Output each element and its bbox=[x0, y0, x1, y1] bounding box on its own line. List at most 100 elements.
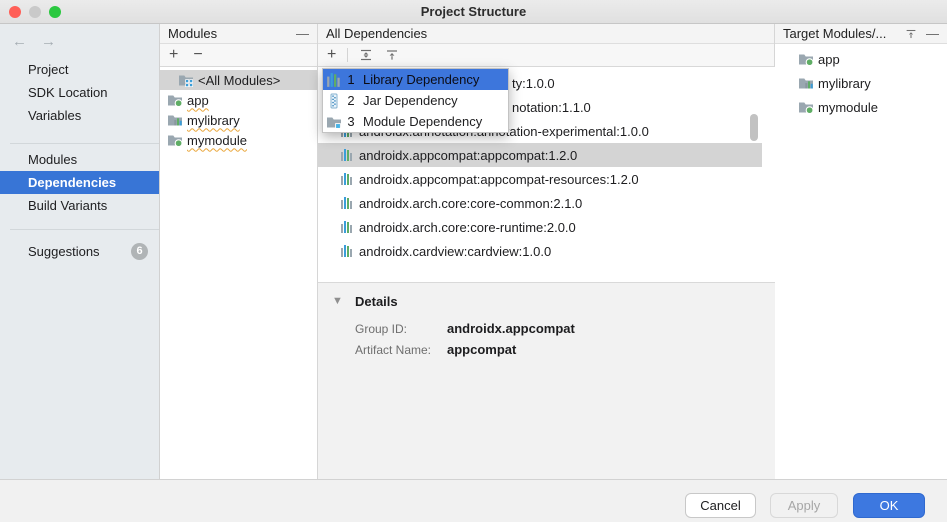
sidebar-item-project[interactable]: Project bbox=[0, 58, 159, 81]
menu-item-jar-dependency[interactable]: 2 Jar Dependency bbox=[323, 90, 508, 111]
minimize-window-icon bbox=[29, 6, 41, 18]
module-folder-icon bbox=[326, 114, 342, 130]
remove-module-button[interactable]: − bbox=[193, 47, 202, 63]
library-icon bbox=[340, 220, 354, 234]
target-modules-panel-title: Target Modules/... bbox=[783, 24, 896, 43]
menu-item-number: 1 bbox=[346, 72, 356, 87]
forward-icon[interactable]: → bbox=[41, 33, 56, 50]
dependency-row-selected[interactable]: androidx.appcompat:appcompat:1.2.0 bbox=[318, 143, 762, 167]
add-module-button[interactable]: + bbox=[169, 47, 178, 63]
window-title: Project Structure bbox=[0, 0, 947, 23]
target-module-row-mylibrary[interactable]: mylibrary bbox=[775, 71, 947, 95]
sidebar-item-build-variants[interactable]: Build Variants bbox=[0, 194, 159, 217]
collapse-all-icon[interactable] bbox=[384, 47, 400, 63]
suggestions-count-badge: 6 bbox=[131, 243, 148, 260]
vertical-scrollbar[interactable] bbox=[750, 114, 758, 141]
add-dependency-button[interactable]: + bbox=[327, 47, 336, 63]
artifact-name-label: Artifact Name: bbox=[355, 342, 447, 357]
minimize-panel-icon[interactable]: — bbox=[926, 24, 939, 43]
target-modules-list: app mylibrary mymodule bbox=[775, 44, 947, 119]
target-module-label: mylibrary bbox=[818, 76, 871, 91]
group-id-value: androidx.appcompat bbox=[447, 321, 575, 336]
module-folder-icon bbox=[167, 132, 183, 148]
close-window-icon[interactable] bbox=[9, 6, 21, 18]
menu-item-number: 3 bbox=[346, 114, 356, 129]
library-icon bbox=[340, 148, 354, 162]
zoom-window-icon[interactable] bbox=[49, 6, 61, 18]
module-folder-icon bbox=[798, 51, 814, 67]
dependency-label: notation:1.1.0 bbox=[512, 100, 591, 115]
module-label: <All Modules> bbox=[198, 73, 280, 88]
menu-item-number: 2 bbox=[346, 93, 356, 108]
dependency-row[interactable]: androidx.cardview:cardview:1.0.0 bbox=[318, 239, 762, 263]
artifact-name-field: Artifact Name: appcompat bbox=[355, 342, 516, 357]
modules-list: <All Modules> app mylibrary mymodule bbox=[160, 67, 317, 150]
apply-button[interactable]: Apply bbox=[770, 493, 838, 518]
suggestions-label: Suggestions bbox=[28, 244, 100, 259]
back-icon[interactable]: ← bbox=[12, 33, 27, 50]
library-icon bbox=[340, 244, 354, 258]
module-folder-icon bbox=[167, 92, 183, 108]
target-module-label: app bbox=[818, 52, 840, 67]
add-dependency-menu: 1 Library Dependency 2 Jar Dependency 3 … bbox=[322, 68, 509, 133]
dependency-row[interactable]: androidx.appcompat:appcompat-resources:1… bbox=[318, 167, 762, 191]
all-modules-icon bbox=[178, 72, 194, 88]
sidebar-item-dependencies[interactable]: Dependencies bbox=[0, 171, 159, 194]
dependency-label: androidx.arch.core:core-common:2.1.0 bbox=[359, 196, 582, 211]
dependency-row[interactable]: androidx.arch.core:core-runtime:2.0.0 bbox=[318, 215, 762, 239]
sidebar-item-suggestions[interactable]: Suggestions 6 bbox=[0, 240, 159, 263]
project-structure-dialog: Project Structure ← → Project SDK Locatio… bbox=[0, 0, 947, 522]
module-folder-icon bbox=[798, 99, 814, 115]
target-module-row-mymodule[interactable]: mymodule bbox=[775, 95, 947, 119]
expand-all-icon[interactable] bbox=[358, 47, 374, 63]
menu-item-label: Jar Dependency bbox=[363, 93, 458, 108]
module-row-app[interactable]: app bbox=[160, 90, 317, 110]
group-id-label: Group ID: bbox=[355, 321, 447, 336]
menu-item-library-dependency[interactable]: 1 Library Dependency bbox=[323, 69, 508, 90]
menu-item-module-dependency[interactable]: 3 Module Dependency bbox=[323, 111, 508, 132]
module-row-mylibrary[interactable]: mylibrary bbox=[160, 110, 317, 130]
dependency-label: androidx.appcompat:appcompat-resources:1… bbox=[359, 172, 639, 187]
target-modules-panel: Target Modules/... — app mylibrary mymod… bbox=[775, 24, 947, 479]
module-label: mymodule bbox=[187, 133, 247, 148]
ok-button[interactable]: OK bbox=[853, 493, 925, 518]
library-module-icon bbox=[167, 112, 183, 128]
jar-icon bbox=[326, 93, 342, 109]
title-bar: Project Structure bbox=[0, 0, 947, 24]
dependency-label: androidx.appcompat:appcompat:1.2.0 bbox=[359, 148, 577, 163]
sidebar-divider bbox=[10, 229, 159, 230]
sidebar: ← → Project SDK Location Variables Module… bbox=[0, 24, 160, 479]
library-module-icon bbox=[798, 75, 814, 91]
module-label: app bbox=[187, 93, 209, 108]
dependency-label: androidx.cardview:cardview:1.0.0 bbox=[359, 244, 551, 259]
collapse-details-icon[interactable]: ▼ bbox=[332, 295, 343, 307]
toolbar-separator bbox=[347, 48, 348, 62]
dependency-label: ty:1.0.0 bbox=[512, 76, 555, 91]
library-icon bbox=[340, 196, 354, 210]
sidebar-item-sdk-location[interactable]: SDK Location bbox=[0, 81, 159, 104]
modules-panel-title: Modules bbox=[168, 24, 288, 43]
sidebar-item-modules[interactable]: Modules bbox=[0, 148, 159, 171]
target-module-label: mymodule bbox=[818, 100, 878, 115]
library-icon bbox=[340, 172, 354, 186]
cancel-button[interactable]: Cancel bbox=[685, 493, 756, 518]
details-title: Details bbox=[355, 294, 398, 309]
group-id-field: Group ID: androidx.appcompat bbox=[355, 321, 575, 336]
target-module-row-app[interactable]: app bbox=[775, 47, 947, 71]
modules-panel: Modules — + − <All Modules> app mylibrar… bbox=[160, 24, 318, 479]
all-dependencies-panel-title: All Dependencies bbox=[326, 24, 766, 43]
dialog-footer: Cancel Apply OK bbox=[0, 479, 947, 522]
dependency-label: androidx.arch.core:core-runtime:2.0.0 bbox=[359, 220, 576, 235]
dependency-row[interactable]: androidx.arch.core:core-common:2.1.0 bbox=[318, 191, 762, 215]
collapse-all-icon[interactable] bbox=[904, 27, 918, 41]
menu-item-label: Library Dependency bbox=[363, 72, 479, 87]
details-section: ▼ Details Group ID: androidx.appcompat A… bbox=[318, 283, 775, 479]
menu-item-label: Module Dependency bbox=[363, 114, 482, 129]
sidebar-item-variables[interactable]: Variables bbox=[0, 104, 159, 127]
module-label: mylibrary bbox=[187, 113, 240, 128]
library-icon bbox=[326, 72, 342, 88]
sidebar-divider bbox=[10, 143, 159, 144]
module-row-mymodule[interactable]: mymodule bbox=[160, 130, 317, 150]
minimize-panel-icon[interactable]: — bbox=[296, 24, 309, 43]
module-row-all-modules[interactable]: <All Modules> bbox=[160, 70, 317, 90]
